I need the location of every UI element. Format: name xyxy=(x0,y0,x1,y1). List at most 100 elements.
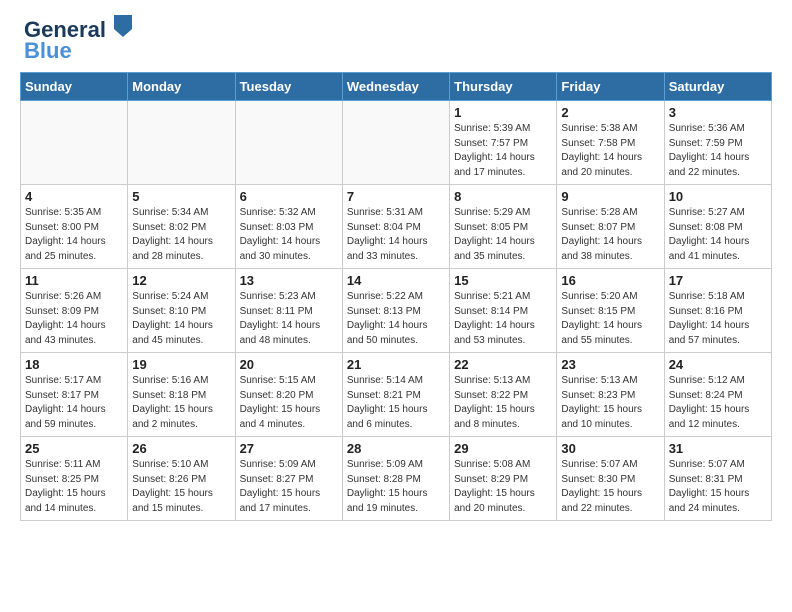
calendar-cell: 18 Sunrise: 5:17 AM Sunset: 8:17 PM Dayli… xyxy=(21,353,128,437)
day-detail: Sunrise: 5:09 AM Sunset: 8:28 PM Dayligh… xyxy=(347,458,445,516)
day-number: 22 xyxy=(454,357,552,372)
day-detail: Sunrise: 5:12 AM Sunset: 8:24 PM Dayligh… xyxy=(669,374,767,432)
day-header-monday: Monday xyxy=(128,73,235,101)
day-detail: Sunrise: 5:15 AM Sunset: 8:20 PM Dayligh… xyxy=(240,374,338,432)
day-number: 20 xyxy=(240,357,338,372)
day-number: 26 xyxy=(132,441,230,456)
day-number: 16 xyxy=(561,273,659,288)
calendar-cell: 4 Sunrise: 5:35 AM Sunset: 8:00 PM Daylig… xyxy=(21,185,128,269)
calendar-table: SundayMondayTuesdayWednesdayThursdayFrid… xyxy=(20,72,772,521)
day-header-sunday: Sunday xyxy=(21,73,128,101)
calendar-cell: 5 Sunrise: 5:34 AM Sunset: 8:02 PM Daylig… xyxy=(128,185,235,269)
calendar-cell: 25 Sunrise: 5:11 AM Sunset: 8:25 PM Dayli… xyxy=(21,437,128,521)
calendar-week-4: 18 Sunrise: 5:17 AM Sunset: 8:17 PM Dayli… xyxy=(21,353,772,437)
day-header-tuesday: Tuesday xyxy=(235,73,342,101)
calendar-cell: 24 Sunrise: 5:12 AM Sunset: 8:24 PM Dayli… xyxy=(664,353,771,437)
calendar-cell: 21 Sunrise: 5:14 AM Sunset: 8:21 PM Dayli… xyxy=(342,353,449,437)
day-number: 31 xyxy=(669,441,767,456)
day-number: 14 xyxy=(347,273,445,288)
calendar-cell: 23Sunrise: 5:13 AM Sunset: 8:23 PM Dayli… xyxy=(557,353,664,437)
day-number: 17 xyxy=(669,273,767,288)
calendar-cell: 1Sunrise: 5:39 AM Sunset: 7:57 PM Daylig… xyxy=(450,101,557,185)
calendar-cell: 10 Sunrise: 5:27 AM Sunset: 8:08 PM Dayli… xyxy=(664,185,771,269)
day-header-saturday: Saturday xyxy=(664,73,771,101)
day-number: 27 xyxy=(240,441,338,456)
day-detail: Sunrise: 5:39 AM Sunset: 7:57 PM Dayligh… xyxy=(454,122,552,180)
day-detail: Sunrise: 5:18 AM Sunset: 8:16 PM Dayligh… xyxy=(669,290,767,348)
calendar-cell: 13Sunrise: 5:23 AM Sunset: 8:11 PM Dayli… xyxy=(235,269,342,353)
calendar-cell: 20 Sunrise: 5:15 AM Sunset: 8:20 PM Dayli… xyxy=(235,353,342,437)
calendar-week-2: 4 Sunrise: 5:35 AM Sunset: 8:00 PM Daylig… xyxy=(21,185,772,269)
calendar-cell: 26 Sunrise: 5:10 AM Sunset: 8:26 PM Dayli… xyxy=(128,437,235,521)
calendar-cell: 6 Sunrise: 5:32 AM Sunset: 8:03 PM Daylig… xyxy=(235,185,342,269)
day-detail: Sunrise: 5:34 AM Sunset: 8:02 PM Dayligh… xyxy=(132,206,230,264)
day-number: 2 xyxy=(561,105,659,120)
day-detail: Sunrise: 5:10 AM Sunset: 8:26 PM Dayligh… xyxy=(132,458,230,516)
day-detail: Sunrise: 5:21 AM Sunset: 8:14 PM Dayligh… xyxy=(454,290,552,348)
page-header: General Blue xyxy=(0,0,792,72)
day-header-wednesday: Wednesday xyxy=(342,73,449,101)
day-detail: Sunrise: 5:14 AM Sunset: 8:21 PM Dayligh… xyxy=(347,374,445,432)
day-detail: Sunrise: 5:07 AM Sunset: 8:30 PM Dayligh… xyxy=(561,458,659,516)
calendar-week-5: 25 Sunrise: 5:11 AM Sunset: 8:25 PM Dayli… xyxy=(21,437,772,521)
calendar-cell xyxy=(128,101,235,185)
calendar-cell: 16 Sunrise: 5:20 AM Sunset: 8:15 PM Dayli… xyxy=(557,269,664,353)
calendar-cell: 8 Sunrise: 5:29 AM Sunset: 8:05 PM Daylig… xyxy=(450,185,557,269)
calendar-week-1: 1Sunrise: 5:39 AM Sunset: 7:57 PM Daylig… xyxy=(21,101,772,185)
calendar-cell: 19Sunrise: 5:16 AM Sunset: 8:18 PM Dayli… xyxy=(128,353,235,437)
day-number: 21 xyxy=(347,357,445,372)
day-detail: Sunrise: 5:27 AM Sunset: 8:08 PM Dayligh… xyxy=(669,206,767,264)
calendar-cell xyxy=(235,101,342,185)
calendar-cell: 27Sunrise: 5:09 AM Sunset: 8:27 PM Dayli… xyxy=(235,437,342,521)
calendar-cell: 11Sunrise: 5:26 AM Sunset: 8:09 PM Dayli… xyxy=(21,269,128,353)
day-detail: Sunrise: 5:36 AM Sunset: 7:59 PM Dayligh… xyxy=(669,122,767,180)
calendar-cell xyxy=(21,101,128,185)
day-number: 6 xyxy=(240,189,338,204)
day-header-thursday: Thursday xyxy=(450,73,557,101)
day-number: 18 xyxy=(25,357,123,372)
day-detail: Sunrise: 5:24 AM Sunset: 8:10 PM Dayligh… xyxy=(132,290,230,348)
day-detail: Sunrise: 5:16 AM Sunset: 8:18 PM Dayligh… xyxy=(132,374,230,432)
calendar-cell xyxy=(342,101,449,185)
calendar-cell: 14 Sunrise: 5:22 AM Sunset: 8:13 PM Dayli… xyxy=(342,269,449,353)
day-number: 24 xyxy=(669,357,767,372)
day-detail: Sunrise: 5:13 AM Sunset: 8:23 PM Dayligh… xyxy=(561,374,659,432)
day-detail: Sunrise: 5:38 AM Sunset: 7:58 PM Dayligh… xyxy=(561,122,659,180)
day-detail: Sunrise: 5:32 AM Sunset: 8:03 PM Dayligh… xyxy=(240,206,338,264)
calendar-cell: 17 Sunrise: 5:18 AM Sunset: 8:16 PM Dayli… xyxy=(664,269,771,353)
calendar-cell: 7 Sunrise: 5:31 AM Sunset: 8:04 PM Daylig… xyxy=(342,185,449,269)
calendar-header-row: SundayMondayTuesdayWednesdayThursdayFrid… xyxy=(21,73,772,101)
day-detail: Sunrise: 5:13 AM Sunset: 8:22 PM Dayligh… xyxy=(454,374,552,432)
day-number: 8 xyxy=(454,189,552,204)
calendar-cell: 15 Sunrise: 5:21 AM Sunset: 8:14 PM Dayli… xyxy=(450,269,557,353)
calendar-cell: 29 Sunrise: 5:08 AM Sunset: 8:29 PM Dayli… xyxy=(450,437,557,521)
day-number: 4 xyxy=(25,189,123,204)
day-number: 5 xyxy=(132,189,230,204)
day-number: 7 xyxy=(347,189,445,204)
day-detail: Sunrise: 5:31 AM Sunset: 8:04 PM Dayligh… xyxy=(347,206,445,264)
day-detail: Sunrise: 5:20 AM Sunset: 8:15 PM Dayligh… xyxy=(561,290,659,348)
day-detail: Sunrise: 5:35 AM Sunset: 8:00 PM Dayligh… xyxy=(25,206,123,264)
day-number: 30 xyxy=(561,441,659,456)
day-detail: Sunrise: 5:29 AM Sunset: 8:05 PM Dayligh… xyxy=(454,206,552,264)
day-number: 15 xyxy=(454,273,552,288)
calendar-cell: 22 Sunrise: 5:13 AM Sunset: 8:22 PM Dayli… xyxy=(450,353,557,437)
calendar-cell: 28Sunrise: 5:09 AM Sunset: 8:28 PM Dayli… xyxy=(342,437,449,521)
calendar-cell: 30 Sunrise: 5:07 AM Sunset: 8:30 PM Dayli… xyxy=(557,437,664,521)
day-detail: Sunrise: 5:22 AM Sunset: 8:13 PM Dayligh… xyxy=(347,290,445,348)
day-number: 10 xyxy=(669,189,767,204)
day-number: 13 xyxy=(240,273,338,288)
calendar-wrapper: SundayMondayTuesdayWednesdayThursdayFrid… xyxy=(0,72,792,531)
day-detail: Sunrise: 5:17 AM Sunset: 8:17 PM Dayligh… xyxy=(25,374,123,432)
day-detail: Sunrise: 5:26 AM Sunset: 8:09 PM Dayligh… xyxy=(25,290,123,348)
day-detail: Sunrise: 5:08 AM Sunset: 8:29 PM Dayligh… xyxy=(454,458,552,516)
day-detail: Sunrise: 5:11 AM Sunset: 8:25 PM Dayligh… xyxy=(25,458,123,516)
calendar-cell: 2 Sunrise: 5:38 AM Sunset: 7:58 PM Daylig… xyxy=(557,101,664,185)
day-number: 29 xyxy=(454,441,552,456)
calendar-cell: 3Sunrise: 5:36 AM Sunset: 7:59 PM Daylig… xyxy=(664,101,771,185)
calendar-cell: 9Sunrise: 5:28 AM Sunset: 8:07 PM Daylig… xyxy=(557,185,664,269)
day-number: 12 xyxy=(132,273,230,288)
logo-icon xyxy=(114,15,132,37)
calendar-cell: 12 Sunrise: 5:24 AM Sunset: 8:10 PM Dayli… xyxy=(128,269,235,353)
day-number: 25 xyxy=(25,441,123,456)
